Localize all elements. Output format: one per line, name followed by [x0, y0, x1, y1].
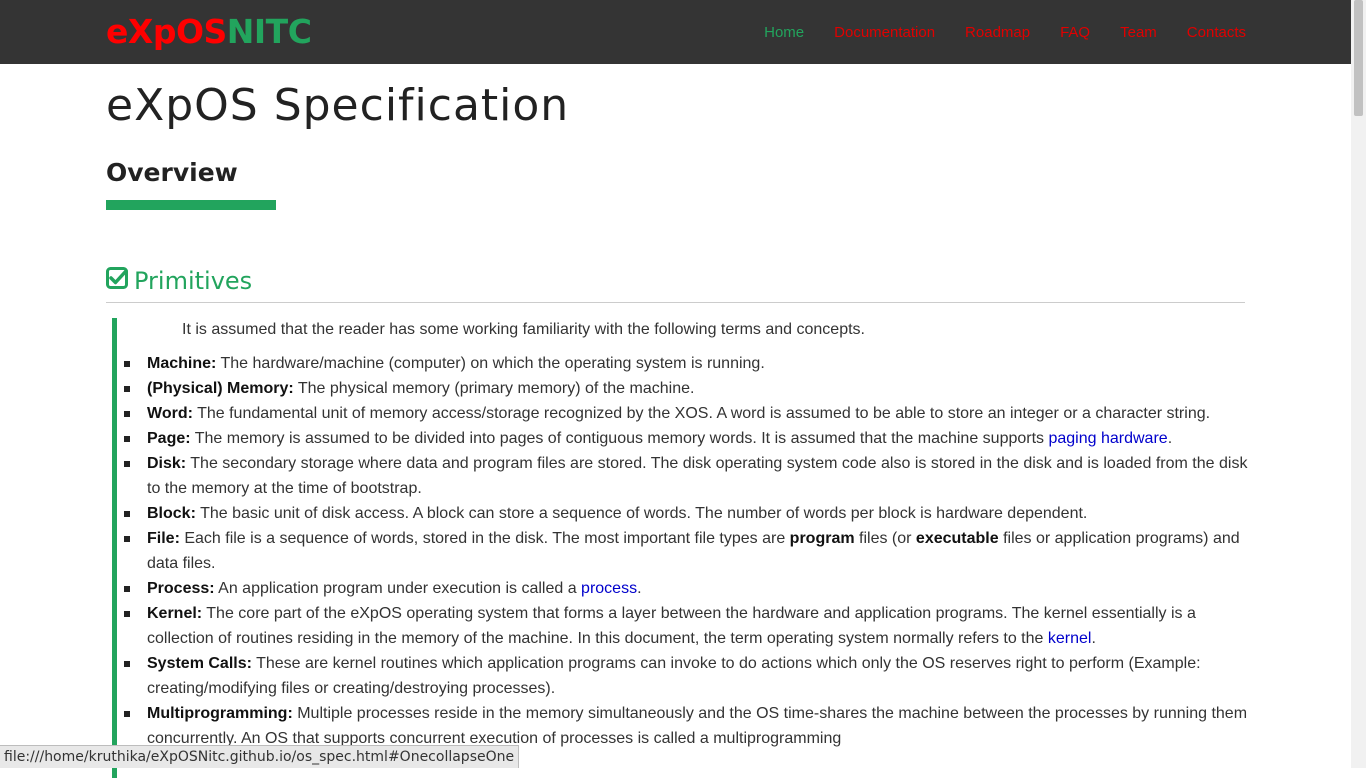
paging-hardware-link[interactable]: paging hardware: [1048, 430, 1167, 447]
list-item: Machine: The hardware/machine (computer)…: [124, 351, 1250, 376]
top-navbar: eXpOSNITC Home Documentation Roadmap FAQ…: [0, 0, 1351, 64]
process-link[interactable]: process: [581, 580, 637, 597]
nav-documentation-link[interactable]: Documentation: [834, 24, 935, 41]
overview-underline: [106, 200, 276, 210]
brand-logo[interactable]: eXpOSNITC: [106, 12, 312, 52]
list-item: File: Each file is a sequence of words, …: [124, 526, 1250, 576]
intro-text: It is assumed that the reader has some w…: [182, 321, 865, 338]
list-item: Block: The basic unit of disk access. A …: [124, 501, 1250, 526]
nav-faq-link[interactable]: FAQ: [1060, 24, 1090, 41]
list-item: Disk: The secondary storage where data a…: [124, 451, 1250, 501]
primitives-section-header[interactable]: Primitives: [106, 260, 1245, 303]
link-status-bar: file:///home/kruthika/eXpOSNitc.github.i…: [0, 745, 520, 768]
nav-roadmap-link[interactable]: Roadmap: [965, 24, 1030, 41]
list-item: Word: The fundamental unit of memory acc…: [124, 401, 1250, 426]
list-item: System Calls: These are kernel routines …: [124, 651, 1250, 701]
scrollbar-thumb[interactable]: [1354, 0, 1363, 116]
page-title: eXpOS Specification: [106, 80, 570, 131]
nav-home-link[interactable]: Home: [764, 24, 804, 41]
list-item: Process: An application program under ex…: [124, 576, 1250, 601]
nav-contacts-link[interactable]: Contacts: [1187, 24, 1246, 41]
brand-part-1: eXpOS: [106, 12, 227, 51]
list-item: (Physical) Memory: The physical memory (…: [124, 376, 1250, 401]
nav-menu: Home Documentation Roadmap FAQ Team Cont…: [764, 0, 1246, 64]
nav-team-link[interactable]: Team: [1120, 24, 1157, 41]
check-square-icon: [106, 267, 128, 295]
list-item: Page: The memory is assumed to be divide…: [124, 426, 1250, 451]
terms-list: Machine: The hardware/machine (computer)…: [124, 351, 1250, 751]
brand-part-2: NITC: [226, 12, 312, 51]
overview-heading: Overview: [106, 158, 238, 187]
list-item: Kernel: The core part of the eXpOS opera…: [124, 601, 1250, 651]
primitives-title-link[interactable]: Primitives: [134, 267, 252, 295]
kernel-link[interactable]: kernel: [1048, 630, 1092, 647]
list-item: Multiprogramming: Multiple processes res…: [124, 701, 1250, 751]
primitives-panel: It is assumed that the reader has some w…: [112, 318, 1250, 778]
vertical-scrollbar[interactable]: [1351, 0, 1366, 768]
